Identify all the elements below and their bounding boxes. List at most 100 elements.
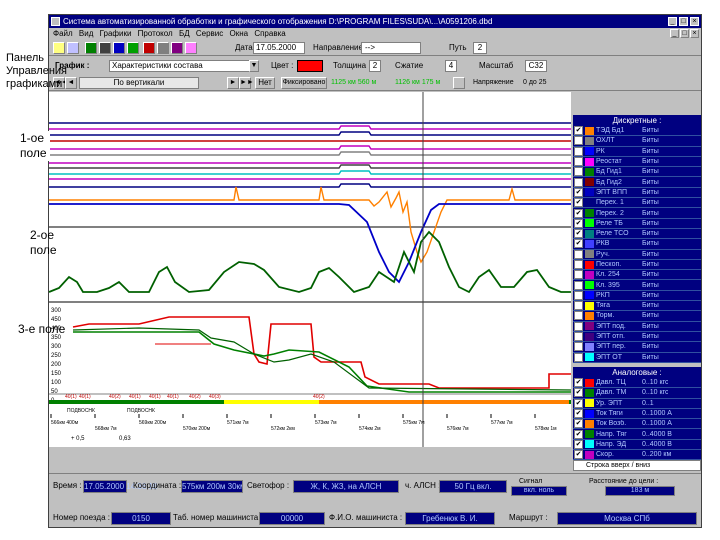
checkbox[interactable]: [574, 177, 583, 187]
discrete-row[interactable]: Кл. 254 Биты: [573, 270, 701, 281]
discrete-row[interactable]: Тяга Биты: [573, 301, 701, 312]
menu-file[interactable]: Файл: [53, 29, 73, 38]
checkbox[interactable]: [574, 352, 583, 362]
checkbox[interactable]: [574, 249, 583, 259]
checkbox[interactable]: [574, 167, 583, 177]
color-picker[interactable]: [297, 60, 323, 72]
checkbox[interactable]: ✔: [574, 409, 583, 419]
discrete-row[interactable]: ✔ Реле ТБ Биты: [573, 218, 701, 229]
checkbox[interactable]: ✔: [574, 419, 583, 429]
scroll-rows-control[interactable]: Строка вверх / вниз: [573, 460, 701, 472]
menu-db[interactable]: БД: [179, 29, 190, 38]
checkbox[interactable]: [574, 157, 583, 167]
range-icon[interactable]: [453, 77, 465, 89]
discrete-row[interactable]: РКП Биты: [573, 290, 701, 302]
checkbox[interactable]: [574, 332, 583, 342]
analog-row[interactable]: ✔ Ток Тяги 0..1000 А: [573, 408, 701, 420]
zoom-field[interactable]: C32: [525, 60, 547, 72]
checkbox[interactable]: [574, 301, 583, 311]
analog-row[interactable]: ✔ Скор. 0..200 км: [573, 450, 701, 461]
scale-field[interactable]: 4: [445, 60, 457, 72]
checkbox[interactable]: ✔: [574, 429, 583, 439]
open-file-icon[interactable]: [53, 42, 65, 54]
analog-row[interactable]: ✔ Ур. ЭПТ 0..1: [573, 398, 701, 409]
checkbox[interactable]: ✔: [574, 439, 583, 449]
prev-icon[interactable]: ◄: [65, 77, 77, 89]
analog-row[interactable]: ✔ Напр. Тяг 0..4000 В: [573, 429, 701, 440]
checkbox[interactable]: [574, 321, 583, 331]
analog-row[interactable]: ✔ Давл. ТМ 0..10 кгс: [573, 388, 701, 399]
thickness-field[interactable]: 2: [369, 60, 381, 72]
filter-icon[interactable]: [171, 42, 183, 54]
discrete-row[interactable]: ✔ Перех. 2 Биты: [573, 208, 701, 219]
save-icon[interactable]: [67, 42, 79, 54]
checkbox[interactable]: ✔: [574, 388, 583, 398]
discrete-row[interactable]: РК Биты: [573, 146, 701, 157]
discrete-row[interactable]: ЭПТ ОТ Биты: [573, 352, 701, 363]
discrete-row[interactable]: Реостат Биты: [573, 156, 701, 168]
mdi-minimize-button[interactable]: _: [670, 29, 679, 38]
analog-row[interactable]: ✔ Напр. ЭД 0..4000 В: [573, 439, 701, 451]
checkbox[interactable]: [574, 270, 583, 280]
discrete-row[interactable]: Бд Гид1 Биты: [573, 167, 701, 178]
last-icon[interactable]: ►►: [239, 77, 254, 89]
stop-icon[interactable]: [143, 42, 155, 54]
checkbox[interactable]: [574, 290, 583, 300]
mdi-close-button[interactable]: ×: [690, 29, 699, 38]
checkbox[interactable]: ✔: [574, 398, 583, 408]
discrete-row[interactable]: Руч. Биты: [573, 249, 701, 260]
checkbox[interactable]: [574, 342, 583, 352]
discrete-row[interactable]: ✔ РКВ Биты: [573, 239, 701, 250]
discrete-row[interactable]: ЭПТ пер. Биты: [573, 342, 701, 353]
checkbox[interactable]: ✔: [574, 126, 583, 136]
analog-row[interactable]: ✔ Давл. ТЦ 0..10 кгс: [573, 378, 701, 389]
discrete-row[interactable]: Торм. Биты: [573, 311, 701, 322]
checkbox[interactable]: ✔: [574, 239, 583, 249]
next-icon[interactable]: ►: [227, 77, 239, 89]
checkbox[interactable]: ✔: [574, 198, 583, 208]
checkbox[interactable]: [574, 146, 583, 156]
discrete-row[interactable]: Пескоп. Биты: [573, 259, 701, 271]
menu-windows[interactable]: Окна: [229, 29, 248, 38]
menu-graphs[interactable]: Графики: [100, 29, 132, 38]
settings-icon[interactable]: [157, 42, 169, 54]
discrete-row[interactable]: Кл. 395 Биты: [573, 280, 701, 291]
table-icon[interactable]: [99, 42, 111, 54]
path-field[interactable]: 2: [473, 42, 487, 54]
discrete-row[interactable]: ✔ ТЭД Бд1 Биты: [573, 126, 701, 137]
checkbox[interactable]: ✔: [574, 450, 583, 460]
menu-service[interactable]: Сервис: [196, 29, 223, 38]
chart-area[interactable]: 30045040035030025020015010050040(1)40(1)…: [49, 92, 571, 447]
checkbox[interactable]: ✔: [574, 208, 583, 218]
checkbox[interactable]: [574, 136, 583, 146]
checkbox[interactable]: [574, 311, 583, 321]
none-button[interactable]: Нет: [255, 77, 275, 89]
checkbox[interactable]: ✔: [574, 378, 583, 388]
checkbox[interactable]: ✔: [574, 229, 583, 239]
mdi-restore-button[interactable]: □: [680, 29, 689, 38]
fixed-mode-button[interactable]: Фиксировано: [281, 77, 327, 89]
menu-view[interactable]: Вид: [79, 29, 93, 38]
info-icon[interactable]: [113, 42, 125, 54]
minimize-button[interactable]: _: [668, 17, 677, 26]
discrete-row[interactable]: ✔ ЭПТ ВПП Биты: [573, 187, 701, 199]
checkbox[interactable]: ✔: [574, 187, 583, 197]
close-button[interactable]: ×: [690, 17, 699, 26]
vertical-scroll-field[interactable]: По вертикали: [79, 77, 199, 89]
discrete-row[interactable]: ЭПТ под. Биты: [573, 321, 701, 332]
checkbox[interactable]: [574, 260, 583, 269]
menu-help[interactable]: Справка: [254, 29, 285, 38]
print-icon[interactable]: [127, 42, 139, 54]
chart-icon[interactable]: [85, 42, 97, 54]
analog-row[interactable]: ✔ Ток Возб. 0..1000 А: [573, 419, 701, 430]
chevron-down-icon[interactable]: ▼: [249, 60, 259, 72]
menu-protocol[interactable]: Протокол: [138, 29, 173, 38]
discrete-row[interactable]: ✔ Реле ТСО Биты: [573, 228, 701, 240]
maximize-button[interactable]: □: [679, 17, 688, 26]
direction-field[interactable]: -->: [361, 42, 421, 54]
discrete-row[interactable]: ОХЛТ Биты: [573, 136, 701, 147]
discrete-row[interactable]: ЭПТ отп. Биты: [573, 331, 701, 343]
discrete-row[interactable]: ✔ Перех. 1 Биты: [573, 198, 701, 209]
checkbox[interactable]: [574, 280, 583, 290]
discrete-row[interactable]: Бд Гид2 Биты: [573, 177, 701, 188]
